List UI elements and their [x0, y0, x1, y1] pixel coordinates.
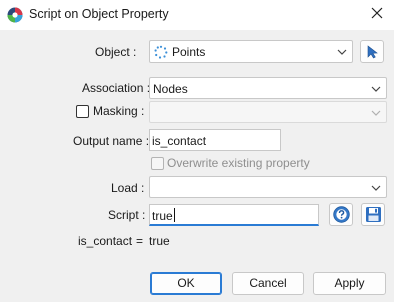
- ok-button[interactable]: OK: [150, 272, 222, 295]
- result-value: true: [149, 234, 170, 248]
- text-caret: [174, 208, 175, 222]
- cancel-button[interactable]: Cancel: [232, 272, 304, 295]
- window-title: Script on Object Property: [29, 7, 169, 21]
- association-value: Nodes: [153, 82, 188, 96]
- script-input[interactable]: true: [149, 204, 319, 226]
- chevron-down-icon: [337, 49, 347, 55]
- apply-button[interactable]: Apply: [313, 272, 386, 295]
- chevron-down-icon: [371, 185, 381, 191]
- chevron-down-icon: [371, 86, 381, 92]
- association-combo[interactable]: Nodes: [149, 77, 387, 99]
- paraview-logo-icon: [7, 7, 23, 23]
- object-value: Points: [172, 45, 206, 59]
- help-icon: [333, 206, 350, 223]
- save-icon: [366, 207, 381, 222]
- result-equals: =: [136, 234, 144, 248]
- close-icon[interactable]: [370, 6, 384, 20]
- output-name-label: Output name :: [73, 134, 150, 148]
- load-combo[interactable]: [149, 176, 387, 198]
- chevron-down-icon: [371, 110, 381, 116]
- title-bar: Script on Object Property: [0, 0, 394, 30]
- masking-combo[interactable]: [149, 101, 387, 123]
- output-name-value: is_contact: [152, 134, 207, 148]
- pick-object-button[interactable]: [360, 40, 384, 63]
- help-button[interactable]: [329, 203, 353, 226]
- masking-label: Masking :: [93, 104, 145, 118]
- script-label: Script :: [108, 208, 146, 222]
- masking-checkbox[interactable]: [76, 105, 89, 118]
- object-combo[interactable]: Points: [149, 40, 353, 63]
- result-name: is_contact: [78, 234, 133, 248]
- object-label: Object :: [95, 45, 137, 59]
- overwrite-checkbox[interactable]: [151, 157, 164, 170]
- association-label: Association :: [82, 81, 151, 95]
- overwrite-label: Overwrite existing property: [167, 156, 310, 170]
- output-name-field[interactable]: is_contact: [149, 129, 281, 151]
- cursor-pick-icon: [367, 45, 378, 59]
- save-script-button[interactable]: [361, 203, 385, 226]
- script-value: true: [152, 209, 173, 223]
- points-icon: [154, 45, 168, 59]
- load-label: Load :: [111, 181, 145, 195]
